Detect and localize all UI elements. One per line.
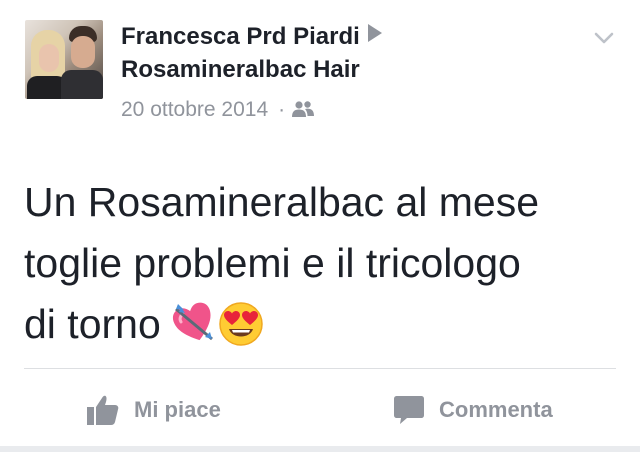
comment-button[interactable]: Commenta <box>393 390 553 430</box>
chevron-down-icon[interactable] <box>594 28 614 48</box>
author-avatar[interactable] <box>25 20 103 99</box>
heart-eyes-face-icon <box>219 302 263 346</box>
avatar-detail <box>39 44 59 72</box>
divider <box>24 368 616 369</box>
like-label: Mi piace <box>134 397 221 422</box>
post-text-line: Un Rosamineralbac al mese <box>24 179 540 225</box>
post-meta: 20 ottobre 2014 · <box>121 98 315 122</box>
friends-icon[interactable] <box>291 100 315 118</box>
feed-separator <box>0 446 640 452</box>
post-text-line-last: di torno <box>24 294 624 355</box>
post-date[interactable]: 20 ottobre 2014 <box>121 98 268 121</box>
post-text-line: di torno <box>24 301 161 347</box>
target-page-link[interactable]: Rosamineralbac Hair <box>121 56 360 84</box>
avatar-detail <box>61 70 103 99</box>
avatar-detail <box>71 36 95 68</box>
post-header-author: Francesca Prd Piardi <box>121 23 382 51</box>
heart-with-arrow-icon <box>173 302 214 341</box>
post-text-line: toglie problemi e il tricologo <box>24 240 521 286</box>
arrow-right-icon <box>367 24 382 42</box>
thumbs-up-icon <box>87 395 119 425</box>
meta-separator: · <box>278 98 286 121</box>
comment-label: Commenta <box>439 397 553 422</box>
author-name-link[interactable]: Francesca Prd Piardi <box>121 23 360 50</box>
post-body: Un Rosamineralbac al mese toglie problem… <box>24 172 624 355</box>
comment-bubble-icon <box>394 396 424 424</box>
like-button[interactable]: Mi piace <box>86 390 221 430</box>
